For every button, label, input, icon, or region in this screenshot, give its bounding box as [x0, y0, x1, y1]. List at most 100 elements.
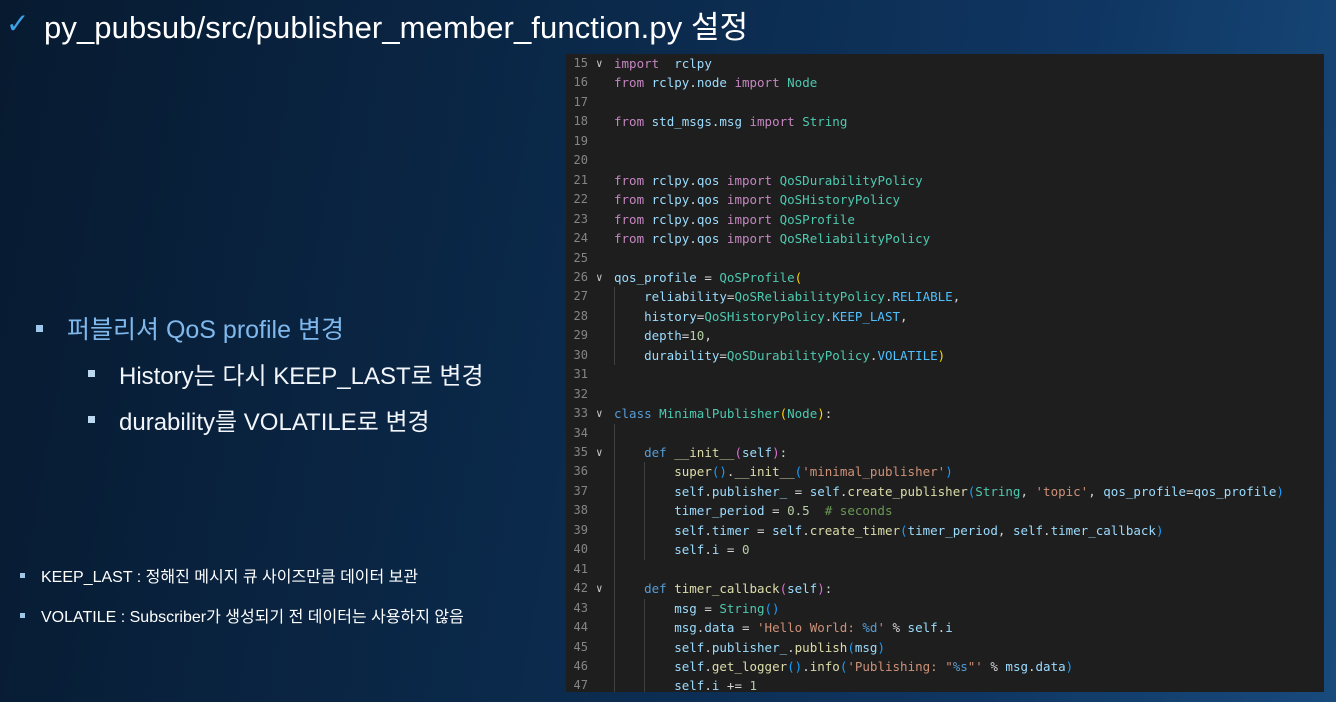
code-line[interactable]: 46 self.get_logger().info('Publishing: "… — [566, 657, 1324, 676]
code-line[interactable]: 33 ∨ class MinimalPublisher(Node): — [566, 404, 1324, 423]
line-number: 35 — [573, 445, 588, 459]
code-text: from rclpy.qos import QoSHistoryPolicy — [614, 190, 900, 209]
code-token: import — [749, 114, 795, 130]
code-line[interactable]: 35 ∨ def __init__(self): — [566, 443, 1324, 462]
code-token: ) — [772, 445, 780, 460]
code-token: ( — [847, 639, 855, 655]
code-token: , — [997, 522, 1013, 538]
code-text: msg = String() — [614, 599, 780, 618]
code-token: self — [741, 445, 773, 460]
fold-chevron-icon[interactable]: ∨ — [596, 404, 603, 423]
code-token: from — [614, 114, 645, 130]
code-line[interactable]: 30 durability=QoSDurabilityPolicy.VOLATI… — [566, 346, 1324, 365]
square-bullet-icon — [88, 415, 95, 423]
code-line[interactable]: 38 timer_period = 0.5 # seconds — [566, 501, 1324, 520]
code-line[interactable]: 39 self.timer = self.create_timer(timer_… — [566, 521, 1324, 540]
code-token: , — [952, 289, 961, 305]
code-line[interactable]: 17 — [566, 93, 1324, 112]
code-token: = — [696, 269, 720, 285]
code-line[interactable]: 29 depth=10, — [566, 326, 1324, 345]
code-text: from rclpy.qos import QoSReliabilityPoli… — [614, 229, 930, 248]
line-number: 46 — [573, 658, 588, 673]
fold-chevron-icon[interactable]: ∨ — [596, 268, 603, 287]
code-token: data — [704, 620, 735, 636]
code-token: , — [1020, 483, 1036, 499]
code-line[interactable]: 16 from rclpy.node import Node — [566, 73, 1324, 92]
code-token: 'minimal_publisher' — [802, 464, 946, 480]
code-line[interactable]: 36 super().__init__('minimal_publisher') — [566, 462, 1324, 481]
code-line[interactable]: 37 self.publisher_ = self.create_publish… — [566, 482, 1324, 501]
code-token: 10 — [689, 328, 705, 344]
code-line[interactable]: 22 from rclpy.qos import QoSHistoryPolicy — [566, 190, 1324, 209]
code-token: = — [1186, 483, 1194, 499]
fold-chevron-icon[interactable]: ∨ — [596, 54, 603, 73]
line-number: 30 — [573, 347, 588, 362]
code-token: from — [614, 211, 645, 227]
code-text: durability=QoSDurabilityPolicy.VOLATILE) — [614, 346, 945, 365]
code-text: import rclpy — [614, 54, 712, 73]
code-line[interactable]: 19 — [566, 132, 1324, 151]
code-line[interactable]: 20 — [566, 151, 1324, 170]
code-token: node — [696, 75, 727, 91]
code-line[interactable]: 40 self.i = 0 — [566, 540, 1324, 559]
code-token: def — [644, 445, 667, 460]
code-line[interactable]: 23 from rclpy.qos import QoSProfile — [566, 210, 1324, 229]
code-token: = — [719, 542, 742, 558]
code-token: ' — [877, 620, 885, 636]
code-token: () — [711, 464, 727, 480]
code-line[interactable]: 27 reliability=QoSReliabilityPolicy.RELI… — [566, 287, 1324, 306]
code-token: self — [674, 483, 705, 499]
code-token: publisher_ — [711, 639, 788, 655]
code-line[interactable]: 21 from rclpy.qos import QoSDurabilityPol… — [566, 171, 1324, 190]
code-token: depth — [644, 328, 682, 344]
code-line[interactable]: 32 — [566, 385, 1324, 404]
code-line[interactable]: 41 — [566, 560, 1324, 579]
code-line[interactable]: 18 from std_msgs.msg import String — [566, 112, 1324, 131]
fold-chevron-icon[interactable]: ∨ — [596, 579, 603, 598]
code-token: import — [726, 172, 773, 188]
code-text: self.get_logger().info('Publishing: "%s"… — [614, 657, 1073, 676]
code-text: msg.data = 'Hello World: %d' % self.i — [614, 618, 953, 637]
line-number: 39 — [573, 522, 588, 537]
code-token: () — [764, 600, 780, 616]
code-token: msg — [1005, 658, 1028, 674]
code-token: timer — [711, 522, 750, 538]
code-line[interactable]: 42 ∨ def timer_callback(self): — [566, 579, 1324, 598]
code-line[interactable]: 26 ∨ qos_profile = QoSProfile( — [566, 268, 1324, 287]
code-line[interactable]: 44 msg.data = 'Hello World: %d' % self.i — [566, 618, 1324, 637]
line-number: 36 — [573, 464, 588, 479]
code-token: . — [704, 658, 712, 674]
code-token: qos_profile — [1103, 483, 1187, 499]
code-token: ( — [779, 406, 788, 422]
code-line[interactable]: 28 history=QoSHistoryPolicy.KEEP_LAST, — [566, 307, 1324, 326]
code-token: data — [1035, 658, 1066, 674]
code-text: class MinimalPublisher(Node): — [614, 404, 832, 423]
code-token: += — [719, 678, 750, 692]
code-line[interactable]: 25 — [566, 249, 1324, 268]
code-line[interactable]: 34 — [566, 424, 1324, 443]
code-token: . — [689, 231, 697, 247]
line-number: 24 — [573, 231, 588, 246]
code-line[interactable]: 47 self.i += 1 — [566, 676, 1324, 692]
code-token: String — [719, 600, 765, 616]
code-line[interactable]: 15 ∨ import rclpy — [566, 54, 1324, 73]
code-token: = — [764, 503, 788, 519]
line-number: 27 — [573, 289, 588, 304]
code-line[interactable]: 24 from rclpy.qos import QoSReliabilityPo… — [566, 229, 1324, 248]
code-editor-panel[interactable]: 15 ∨ import rclpy 16 from rclpy.node import … — [566, 54, 1324, 692]
line-number: 25 — [573, 250, 588, 265]
code-token: from — [614, 172, 645, 188]
code-line[interactable]: 43 msg = String() — [566, 599, 1324, 618]
fold-chevron-icon[interactable]: ∨ — [596, 443, 603, 462]
code-line[interactable]: 31 — [566, 365, 1324, 384]
code-text: from rclpy.qos import QoSDurabilityPolic… — [614, 171, 923, 190]
code-line[interactable]: 45 self.publisher_.publish(msg) — [566, 638, 1324, 657]
